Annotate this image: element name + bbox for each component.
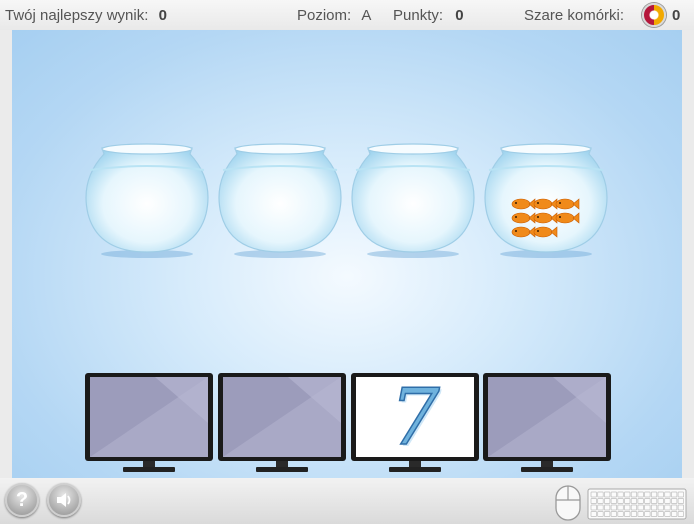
gray-cells: Szare komórki: (524, 7, 624, 24)
monitor-1[interactable] (85, 373, 213, 473)
best-score: Twój najlepszy wynik: 0 (5, 7, 167, 24)
brain-icon (642, 3, 666, 27)
gray-cells-value: 0 (672, 7, 681, 24)
mouse-icon (555, 485, 581, 521)
gray-cells-label: Szare komórki: (524, 7, 625, 24)
keyboard-icon (587, 488, 687, 520)
toolbar: ? (0, 478, 694, 524)
monitor-2[interactable] (218, 373, 346, 473)
level: Poziom: A (297, 7, 371, 24)
sound-button[interactable] (47, 483, 81, 517)
fishbowl-1[interactable] (84, 140, 210, 260)
monitor-4[interactable] (483, 373, 611, 473)
level-value: A (361, 7, 372, 24)
help-button[interactable]: ? (5, 483, 39, 517)
fishbowl-2[interactable] (217, 140, 343, 260)
speaker-icon (57, 493, 71, 507)
best-score-value: 0 (158, 7, 167, 24)
fishbowl-4[interactable] (483, 140, 609, 260)
points-label: Punkty: (393, 7, 444, 24)
points: Punkty: 0 (393, 7, 464, 24)
level-label: Poziom: (297, 7, 352, 24)
monitor-number: 7 (389, 372, 440, 464)
monitor-3[interactable]: 7 (351, 372, 479, 473)
best-score-label: Twój najlepszy wynik: (5, 7, 149, 24)
status-bar: Twój najlepszy wynik: 0 Poziom: A Punkty… (0, 0, 694, 30)
game-board: 7 (12, 30, 682, 478)
fishbowl-3[interactable] (350, 140, 476, 260)
points-value: 0 (455, 7, 464, 24)
help-icon: ? (15, 488, 29, 511)
